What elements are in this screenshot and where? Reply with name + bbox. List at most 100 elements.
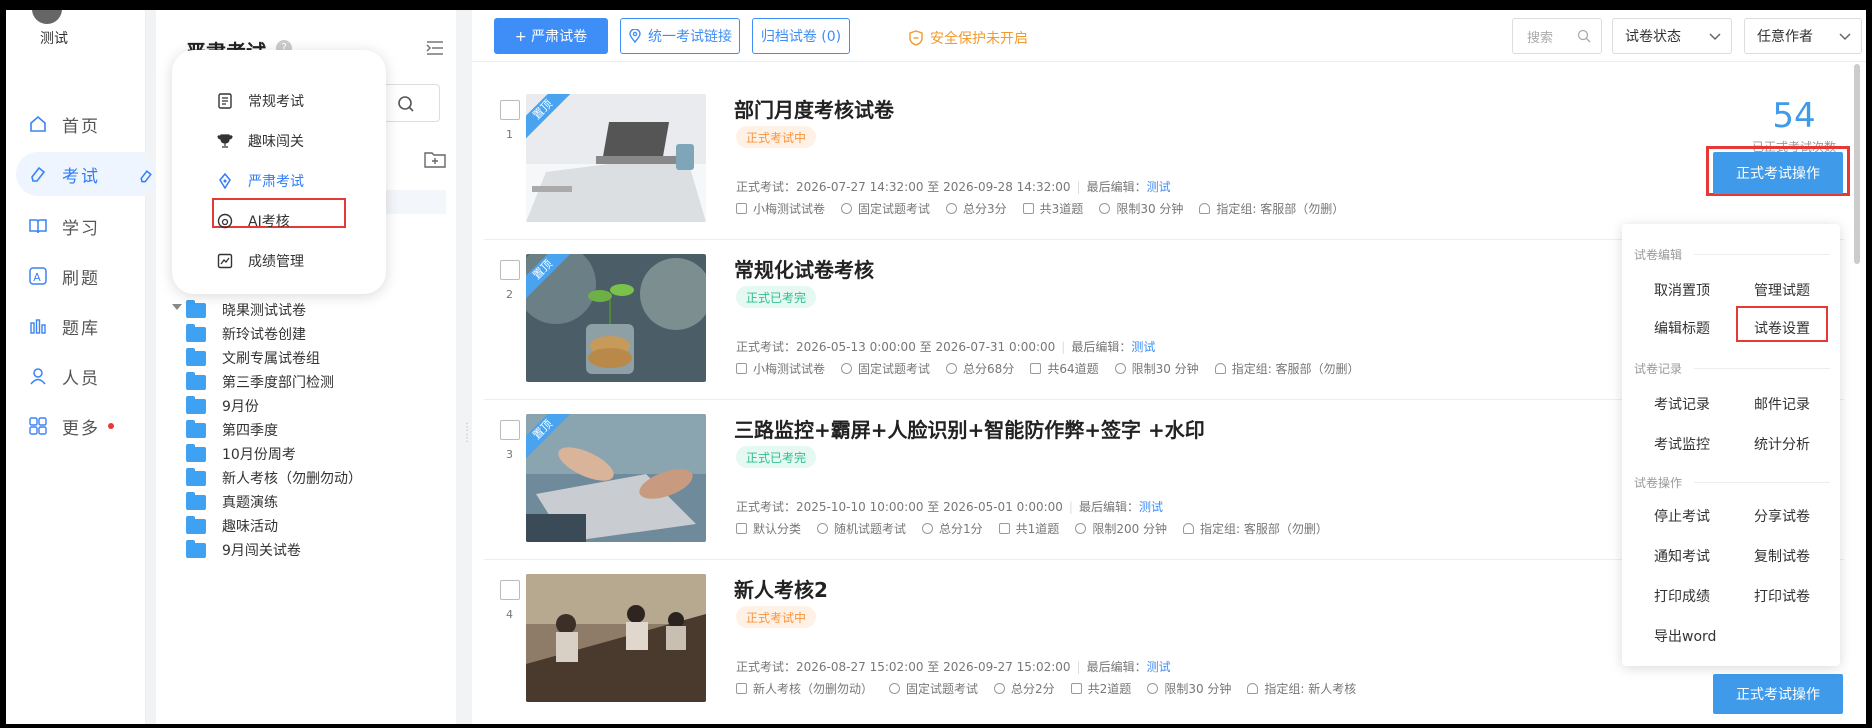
- exam-title[interactable]: 新人考核2: [734, 574, 828, 603]
- nav-label: 刷题: [62, 268, 100, 289]
- folder-item[interactable]: 9月闯关试卷: [186, 538, 446, 562]
- new-serious-exam-button[interactable]: + 严肃试卷: [494, 18, 608, 54]
- menu-item-notify-exam[interactable]: 通知考试: [1654, 546, 1710, 566]
- exam-card[interactable]: 1 置顶 部门月度考核试卷 正式考试中 正式考试：2026-07-27 14:3…: [484, 80, 1844, 240]
- folder-item[interactable]: 趣味活动: [186, 514, 446, 538]
- editor-name[interactable]: 测试: [1131, 340, 1155, 354]
- folder-item[interactable]: 真题演练: [186, 490, 446, 514]
- nav-label: 学习: [62, 218, 100, 239]
- status-badge: 正式考试中: [736, 606, 817, 628]
- editor-name[interactable]: 测试: [1139, 500, 1163, 514]
- collapse-icon[interactable]: [426, 40, 444, 56]
- exam-title[interactable]: 部门月度考核试卷: [734, 94, 894, 123]
- formal-exam-operation-button[interactable]: 正式考试操作: [1713, 152, 1843, 194]
- menu-item-print-exam[interactable]: 打印试卷: [1754, 586, 1810, 606]
- location-icon: [629, 29, 641, 43]
- card-thumbnail[interactable]: 置顶: [526, 94, 706, 222]
- toolbar: + 严肃试卷 统一考试链接 归档试卷 (0) 安全保护未开启 搜索 试卷状态 任…: [472, 10, 1866, 62]
- scroll-thumb[interactable]: [1854, 64, 1860, 264]
- meta-score: 总分2分: [994, 680, 1055, 697]
- editor-name[interactable]: 测试: [1147, 180, 1171, 194]
- clock-icon: [1075, 523, 1087, 534]
- archive-button[interactable]: 归档试卷 (0): [752, 18, 850, 54]
- menu-item-score-management[interactable]: 成绩管理: [216, 248, 304, 274]
- card-thumbnail[interactable]: 置顶: [526, 254, 706, 382]
- time-label: 正式考试：: [736, 500, 797, 514]
- editor-label: 最后编辑：: [1086, 180, 1147, 194]
- panel-splitter[interactable]: ⋮ ⋮: [462, 422, 472, 446]
- menu-item-ai-assessment[interactable]: AI考核: [216, 208, 290, 234]
- exam-title[interactable]: 常规化试卷考核: [734, 254, 874, 283]
- nav-item-study[interactable]: 学习: [16, 204, 146, 248]
- nav-label: 题库: [62, 318, 100, 339]
- folder-item[interactable]: 新玲试卷创建: [186, 322, 446, 346]
- menu-label: AI考核: [248, 214, 290, 230]
- nav-item-more[interactable]: 更多: [16, 404, 146, 448]
- menu-item-regular-exam[interactable]: 常规考试: [216, 88, 304, 114]
- menu-item-fun-challenge[interactable]: 趣味闯关: [216, 128, 304, 154]
- bar-chart-icon: [28, 316, 48, 336]
- menu-item-share-exam[interactable]: 分享试卷: [1754, 506, 1810, 526]
- editor-name[interactable]: 测试: [1147, 660, 1171, 674]
- notification-dot: [108, 423, 114, 429]
- folder-icon: [186, 419, 206, 438]
- menu-item-statistics[interactable]: 统计分析: [1754, 434, 1810, 454]
- menu-label: 常规考试: [248, 94, 304, 110]
- category-icon: [736, 683, 747, 694]
- nav-item-exam[interactable]: 考试: [16, 152, 146, 196]
- search-icon[interactable]: [1577, 29, 1591, 43]
- folder-item[interactable]: 第三季度部门检测: [186, 370, 446, 394]
- menu-item-stop-exam[interactable]: 停止考试: [1654, 506, 1710, 526]
- search-input[interactable]: 搜索: [1512, 18, 1602, 54]
- folder-item[interactable]: 第四季度: [186, 418, 446, 442]
- unified-link-button[interactable]: 统一考试链接: [620, 18, 740, 54]
- menu-item-exam-settings[interactable]: 试卷设置: [1754, 318, 1810, 338]
- menu-item-exam-monitor[interactable]: 考试监控: [1654, 434, 1710, 454]
- security-warning[interactable]: 安全保护未开启: [908, 28, 1028, 48]
- menu-item-export-word[interactable]: 导出word: [1654, 626, 1716, 646]
- select-checkbox[interactable]: [500, 580, 520, 600]
- add-folder-icon[interactable]: [424, 150, 446, 168]
- menu-item-unpin[interactable]: 取消置顶: [1654, 280, 1710, 300]
- select-checkbox[interactable]: [500, 260, 520, 280]
- select-checkbox[interactable]: [500, 420, 520, 440]
- status-badge: 正式考试中: [736, 126, 817, 148]
- time-label: 正式考试：: [736, 180, 797, 194]
- exam-title[interactable]: 三路监控+霸屏+人脸识别+智能防作弊+签字 +水印: [734, 414, 1205, 443]
- exam-time-line: 正式考试：2026-05-13 0:00:00 至 2026-07-31 0:0…: [736, 340, 1156, 354]
- editor-label: 最后编辑：: [1071, 340, 1132, 354]
- menu-item-mail-records[interactable]: 邮件记录: [1754, 394, 1810, 414]
- formal-exam-operation-button[interactable]: 正式考试操作: [1713, 674, 1843, 714]
- card-index: 4: [506, 608, 513, 621]
- nav-item-people[interactable]: 人员: [16, 354, 146, 398]
- menu-item-serious-exam[interactable]: 严肃考试: [216, 168, 304, 194]
- unified-link-label: 统一考试链接: [648, 29, 732, 45]
- menu-item-copy-exam[interactable]: 复制试卷: [1754, 546, 1810, 566]
- card-thumbnail[interactable]: 置顶: [526, 414, 706, 542]
- nav-item-question-bank[interactable]: 题库: [16, 304, 146, 348]
- nav-item-home[interactable]: 首页: [16, 102, 146, 146]
- nav-item-practice[interactable]: A 刷题: [16, 254, 146, 298]
- scrollbar[interactable]: [1852, 64, 1862, 714]
- meta-score: 总分3分: [946, 200, 1007, 217]
- letter-a-icon: A: [28, 266, 48, 286]
- menu-item-exam-records[interactable]: 考试记录: [1654, 394, 1710, 414]
- menu-item-manage-questions[interactable]: 管理试题: [1754, 280, 1810, 300]
- folder-item[interactable]: 文刷专属试卷组: [186, 346, 446, 370]
- folder-item[interactable]: 晓果测试试卷: [186, 298, 446, 322]
- meta-group: 指定组: 客服部（勿删）: [1183, 520, 1328, 537]
- menu-item-edit-title[interactable]: 编辑标题: [1654, 318, 1710, 338]
- select-checkbox[interactable]: [500, 100, 520, 120]
- meta-type: 固定试题考试: [841, 200, 930, 217]
- status-select[interactable]: 试卷状态: [1612, 18, 1732, 54]
- menu-item-print-scores[interactable]: 打印成绩: [1654, 586, 1710, 606]
- folder-item[interactable]: 10月份周考: [186, 442, 446, 466]
- card-thumbnail[interactable]: [526, 574, 706, 702]
- folder-item[interactable]: 9月份: [186, 394, 446, 418]
- grid-icon: [28, 416, 48, 436]
- folder-icon: [186, 467, 206, 486]
- expand-caret-icon[interactable]: [172, 304, 182, 310]
- folder-item[interactable]: 新人考核（勿删勿动）: [186, 466, 446, 490]
- avatar[interactable]: [32, 10, 62, 24]
- author-select[interactable]: 任意作者: [1744, 18, 1862, 54]
